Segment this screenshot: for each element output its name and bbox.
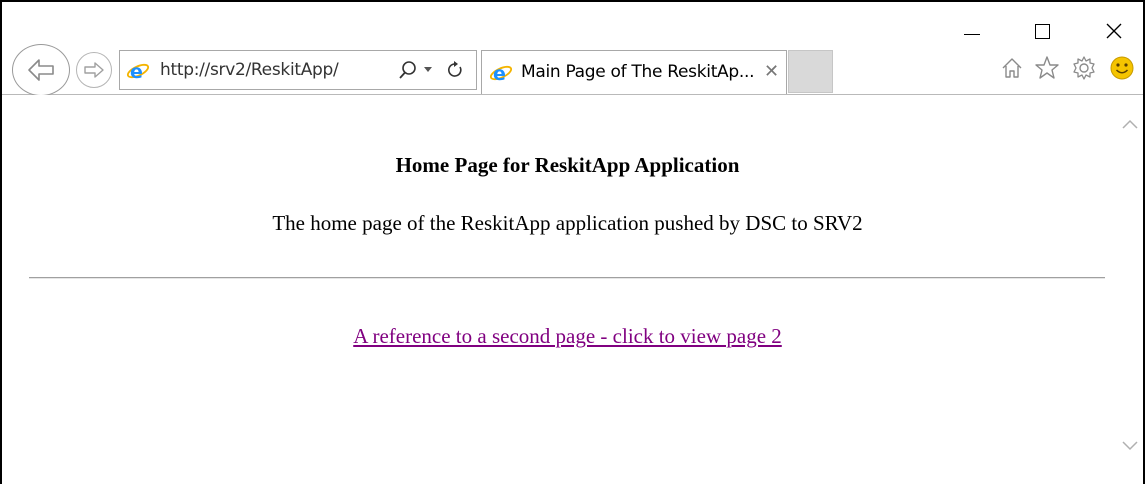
link-container: A reference to a second page - click to … (2, 324, 1133, 349)
gear-icon[interactable] (1070, 54, 1098, 82)
browser-window: e http://srv2/ReskitApp/ e Main Page of … (0, 0, 1145, 484)
page-heading: Home Page for ReskitApp Application (395, 153, 740, 177)
tab-close-icon[interactable]: ✕ (764, 61, 779, 82)
close-icon (1106, 23, 1122, 39)
tab-title: Main Page of The ReskitAp... (521, 62, 755, 82)
maximize-button[interactable] (1024, 16, 1060, 46)
refresh-icon[interactable] (446, 60, 464, 85)
minimize-icon (964, 33, 980, 35)
smiley-icon[interactable] (1108, 54, 1136, 82)
ie-logo-icon: e (489, 62, 513, 89)
new-tab-button[interactable] (788, 50, 833, 93)
page-content: Home Page for ReskitApp Application The … (2, 95, 1117, 484)
tab-main-page[interactable]: e Main Page of The ReskitAp... ✕ (481, 50, 787, 94)
page-description: The home page of the ReskitApp applicati… (272, 211, 863, 235)
star-icon[interactable] (1033, 54, 1061, 82)
address-url[interactable]: http://srv2/ReskitApp/ (160, 60, 339, 80)
back-button[interactable] (12, 44, 70, 96)
page-2-link[interactable]: A reference to a second page - click to … (353, 324, 782, 348)
chevron-down-icon[interactable] (424, 67, 432, 72)
maximize-icon (1034, 23, 1050, 39)
horizontal-rule (29, 277, 1105, 279)
back-arrow-icon (28, 59, 54, 81)
close-window-button[interactable] (1096, 16, 1132, 46)
ie-logo-icon: e (126, 60, 150, 87)
browser-toolbar: e http://srv2/ReskitApp/ e Main Page of … (2, 2, 1143, 96)
address-bar[interactable]: e http://srv2/ReskitApp/ (119, 50, 477, 90)
scroll-up-icon[interactable] (1121, 117, 1139, 135)
search-icon[interactable] (398, 60, 418, 85)
vertical-scrollbar[interactable] (1117, 95, 1143, 484)
forward-arrow-icon (84, 62, 104, 78)
scroll-down-icon[interactable] (1121, 439, 1139, 457)
minimize-button[interactable] (954, 16, 990, 46)
svg-text:e: e (493, 63, 506, 84)
home-icon[interactable] (998, 54, 1026, 82)
svg-text:e: e (130, 61, 143, 82)
forward-button[interactable] (76, 52, 112, 88)
